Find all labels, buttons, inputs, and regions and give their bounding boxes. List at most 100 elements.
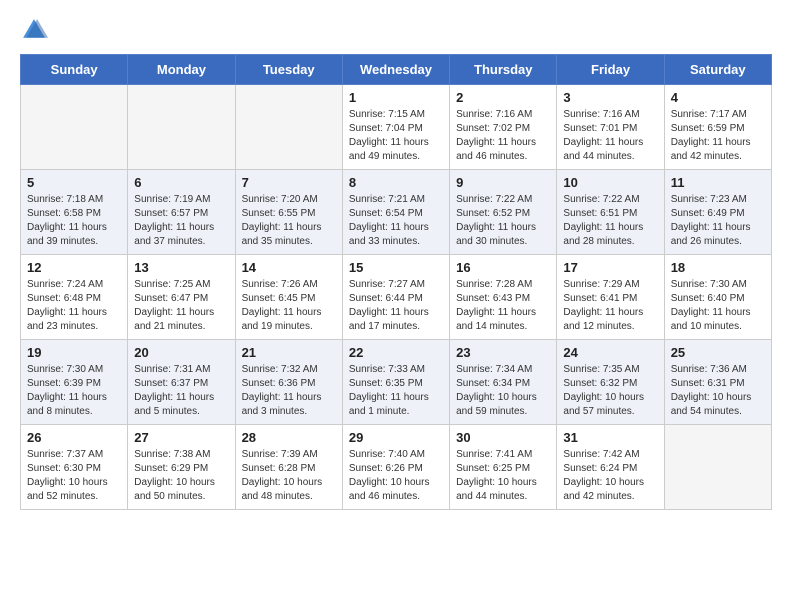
calendar-cell: 7 Sunrise: 7:20 AM Sunset: 6:55 PM Daylig…: [235, 170, 342, 255]
calendar-cell: 21 Sunrise: 7:32 AM Sunset: 6:36 PM Dayli…: [235, 340, 342, 425]
day-number: 23: [456, 345, 550, 360]
calendar-cell: 28 Sunrise: 7:39 AM Sunset: 6:28 PM Dayli…: [235, 425, 342, 510]
day-info: Sunrise: 7:37 AM Sunset: 6:30 PM Dayligh…: [27, 448, 121, 504]
day-number: 27: [134, 430, 228, 445]
day-info: Sunrise: 7:26 AM Sunset: 6:45 PM Dayligh…: [242, 278, 336, 334]
day-info: Sunrise: 7:23 AM Sunset: 6:49 PM Dayligh…: [671, 193, 765, 249]
calendar-cell: 19 Sunrise: 7:30 AM Sunset: 6:39 PM Dayli…: [21, 340, 128, 425]
day-number: 24: [563, 345, 657, 360]
calendar-cell: 12 Sunrise: 7:24 AM Sunset: 6:48 PM Dayli…: [21, 255, 128, 340]
logo: [20, 16, 52, 44]
page: SundayMondayTuesdayWednesdayThursdayFrid…: [0, 0, 792, 612]
day-info: Sunrise: 7:18 AM Sunset: 6:58 PM Dayligh…: [27, 193, 121, 249]
weekday-header-monday: Monday: [128, 55, 235, 85]
day-number: 12: [27, 260, 121, 275]
weekday-header-saturday: Saturday: [664, 55, 771, 85]
calendar-cell: 2 Sunrise: 7:16 AM Sunset: 7:02 PM Daylig…: [450, 85, 557, 170]
day-number: 17: [563, 260, 657, 275]
day-info: Sunrise: 7:16 AM Sunset: 7:02 PM Dayligh…: [456, 108, 550, 164]
day-number: 8: [349, 175, 443, 190]
day-number: 19: [27, 345, 121, 360]
day-number: 26: [27, 430, 121, 445]
calendar-cell: 26 Sunrise: 7:37 AM Sunset: 6:30 PM Dayli…: [21, 425, 128, 510]
day-number: 16: [456, 260, 550, 275]
day-info: Sunrise: 7:32 AM Sunset: 6:36 PM Dayligh…: [242, 363, 336, 419]
day-info: Sunrise: 7:29 AM Sunset: 6:41 PM Dayligh…: [563, 278, 657, 334]
weekday-header-wednesday: Wednesday: [342, 55, 449, 85]
day-number: 15: [349, 260, 443, 275]
day-info: Sunrise: 7:25 AM Sunset: 6:47 PM Dayligh…: [134, 278, 228, 334]
day-number: 22: [349, 345, 443, 360]
day-number: 28: [242, 430, 336, 445]
day-number: 14: [242, 260, 336, 275]
day-info: Sunrise: 7:27 AM Sunset: 6:44 PM Dayligh…: [349, 278, 443, 334]
day-info: Sunrise: 7:42 AM Sunset: 6:24 PM Dayligh…: [563, 448, 657, 504]
day-number: 2: [456, 90, 550, 105]
calendar-cell: 8 Sunrise: 7:21 AM Sunset: 6:54 PM Daylig…: [342, 170, 449, 255]
day-info: Sunrise: 7:41 AM Sunset: 6:25 PM Dayligh…: [456, 448, 550, 504]
day-info: Sunrise: 7:38 AM Sunset: 6:29 PM Dayligh…: [134, 448, 228, 504]
calendar-cell: 13 Sunrise: 7:25 AM Sunset: 6:47 PM Dayli…: [128, 255, 235, 340]
day-number: 25: [671, 345, 765, 360]
day-info: Sunrise: 7:20 AM Sunset: 6:55 PM Dayligh…: [242, 193, 336, 249]
day-number: 9: [456, 175, 550, 190]
day-info: Sunrise: 7:36 AM Sunset: 6:31 PM Dayligh…: [671, 363, 765, 419]
calendar-cell: 29 Sunrise: 7:40 AM Sunset: 6:26 PM Dayli…: [342, 425, 449, 510]
day-number: 1: [349, 90, 443, 105]
logo-icon: [20, 16, 48, 44]
calendar-cell: 20 Sunrise: 7:31 AM Sunset: 6:37 PM Dayli…: [128, 340, 235, 425]
day-info: Sunrise: 7:28 AM Sunset: 6:43 PM Dayligh…: [456, 278, 550, 334]
calendar-cell: 6Sunrise: 7:19 AM Sunset: 6:57 PM Daylig…: [128, 170, 235, 255]
day-number: 21: [242, 345, 336, 360]
calendar-cell: 14 Sunrise: 7:26 AM Sunset: 6:45 PM Dayli…: [235, 255, 342, 340]
weekday-header-sunday: Sunday: [21, 55, 128, 85]
calendar-cell: 27 Sunrise: 7:38 AM Sunset: 6:29 PM Dayli…: [128, 425, 235, 510]
calendar-cell: 3Sunrise: 7:16 AM Sunset: 7:01 PM Daylig…: [557, 85, 664, 170]
calendar-cell: 9 Sunrise: 7:22 AM Sunset: 6:52 PM Daylig…: [450, 170, 557, 255]
day-info: Sunrise: 7:24 AM Sunset: 6:48 PM Dayligh…: [27, 278, 121, 334]
day-number: 18: [671, 260, 765, 275]
calendar-week-row: 1 Sunrise: 7:15 AM Sunset: 7:04 PM Daylig…: [21, 85, 772, 170]
calendar-cell: 25 Sunrise: 7:36 AM Sunset: 6:31 PM Dayli…: [664, 340, 771, 425]
weekday-header-tuesday: Tuesday: [235, 55, 342, 85]
day-info: Sunrise: 7:31 AM Sunset: 6:37 PM Dayligh…: [134, 363, 228, 419]
calendar-cell: [21, 85, 128, 170]
calendar-cell: [235, 85, 342, 170]
day-number: 4: [671, 90, 765, 105]
day-info: Sunrise: 7:21 AM Sunset: 6:54 PM Dayligh…: [349, 193, 443, 249]
day-info: Sunrise: 7:22 AM Sunset: 6:52 PM Dayligh…: [456, 193, 550, 249]
calendar-cell: 1 Sunrise: 7:15 AM Sunset: 7:04 PM Daylig…: [342, 85, 449, 170]
day-info: Sunrise: 7:15 AM Sunset: 7:04 PM Dayligh…: [349, 108, 443, 164]
calendar-cell: 22 Sunrise: 7:33 AM Sunset: 6:35 PM Dayli…: [342, 340, 449, 425]
day-number: 13: [134, 260, 228, 275]
day-number: 3: [563, 90, 657, 105]
day-number: 7: [242, 175, 336, 190]
calendar-cell: 23Sunrise: 7:34 AM Sunset: 6:34 PM Dayli…: [450, 340, 557, 425]
day-info: Sunrise: 7:40 AM Sunset: 6:26 PM Dayligh…: [349, 448, 443, 504]
calendar-cell: 18 Sunrise: 7:30 AM Sunset: 6:40 PM Dayli…: [664, 255, 771, 340]
day-number: 5: [27, 175, 121, 190]
calendar-cell: 16 Sunrise: 7:28 AM Sunset: 6:43 PM Dayli…: [450, 255, 557, 340]
calendar-cell: 17 Sunrise: 7:29 AM Sunset: 6:41 PM Dayli…: [557, 255, 664, 340]
header: [20, 16, 772, 44]
day-info: Sunrise: 7:33 AM Sunset: 6:35 PM Dayligh…: [349, 363, 443, 419]
calendar-week-row: 26 Sunrise: 7:37 AM Sunset: 6:30 PM Dayli…: [21, 425, 772, 510]
calendar-cell: 10Sunrise: 7:22 AM Sunset: 6:51 PM Dayli…: [557, 170, 664, 255]
day-info: Sunrise: 7:30 AM Sunset: 6:40 PM Dayligh…: [671, 278, 765, 334]
day-number: 11: [671, 175, 765, 190]
day-number: 20: [134, 345, 228, 360]
calendar-week-row: 12 Sunrise: 7:24 AM Sunset: 6:48 PM Dayli…: [21, 255, 772, 340]
calendar-cell: 15 Sunrise: 7:27 AM Sunset: 6:44 PM Dayli…: [342, 255, 449, 340]
calendar-week-row: 5 Sunrise: 7:18 AM Sunset: 6:58 PM Daylig…: [21, 170, 772, 255]
weekday-header-row: SundayMondayTuesdayWednesdayThursdayFrid…: [21, 55, 772, 85]
day-number: 31: [563, 430, 657, 445]
day-info: Sunrise: 7:35 AM Sunset: 6:32 PM Dayligh…: [563, 363, 657, 419]
day-info: Sunrise: 7:22 AM Sunset: 6:51 PM Dayligh…: [563, 193, 657, 249]
day-info: Sunrise: 7:30 AM Sunset: 6:39 PM Dayligh…: [27, 363, 121, 419]
calendar-cell: 4Sunrise: 7:17 AM Sunset: 6:59 PM Daylig…: [664, 85, 771, 170]
day-number: 29: [349, 430, 443, 445]
calendar-cell: 5 Sunrise: 7:18 AM Sunset: 6:58 PM Daylig…: [21, 170, 128, 255]
weekday-header-friday: Friday: [557, 55, 664, 85]
calendar-cell: [664, 425, 771, 510]
day-info: Sunrise: 7:39 AM Sunset: 6:28 PM Dayligh…: [242, 448, 336, 504]
